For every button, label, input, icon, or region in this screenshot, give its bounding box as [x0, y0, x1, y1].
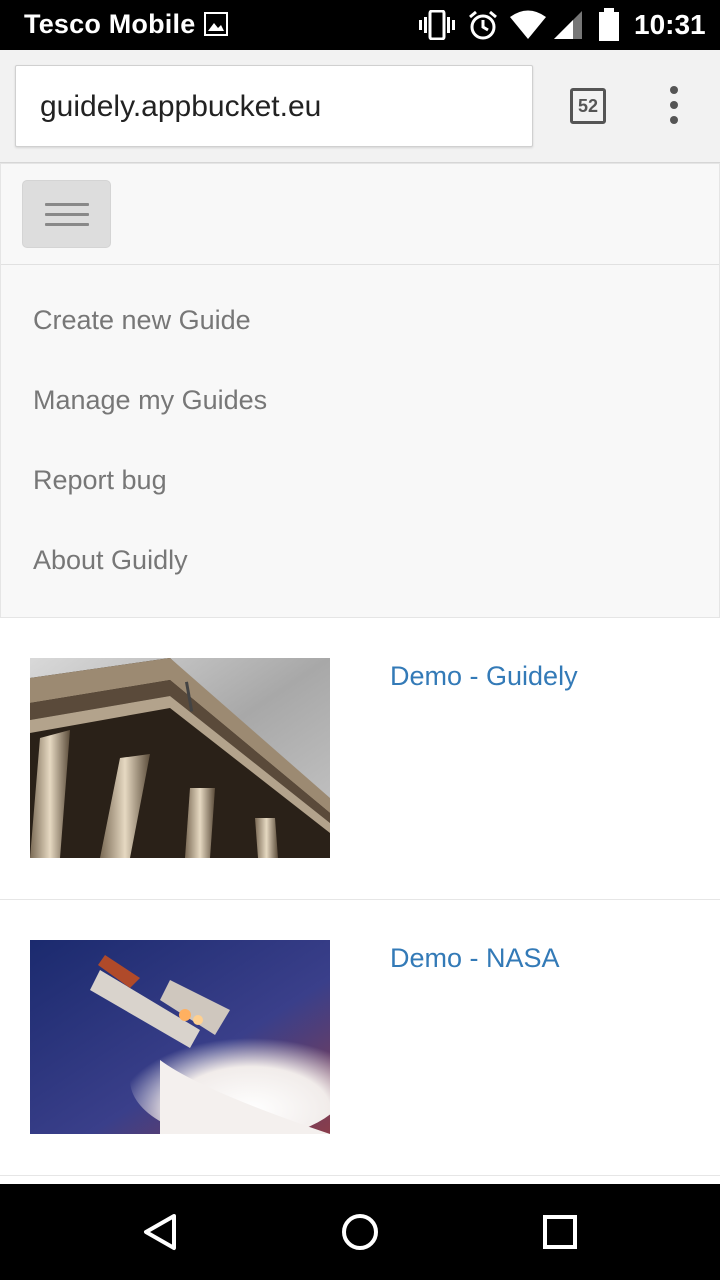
image-notification-icon: [204, 12, 228, 36]
overflow-menu-icon[interactable]: [660, 86, 688, 126]
recents-icon[interactable]: [542, 1214, 578, 1250]
wifi-icon: [510, 10, 546, 39]
menu-toggle-button[interactable]: [22, 180, 111, 248]
guide-title-link[interactable]: Demo - NASA: [390, 943, 560, 974]
hamburger-icon: [45, 203, 89, 206]
nav-item-create-guide[interactable]: Create new Guide: [33, 305, 251, 336]
system-nav-bar: [0, 1184, 720, 1280]
carrier-name: Tesco Mobile: [24, 9, 196, 39]
navbar-header: [1, 164, 719, 265]
home-icon[interactable]: [340, 1212, 380, 1252]
status-bar: Tesco Mobile 10:31: [0, 0, 720, 50]
clock: 10:31: [634, 9, 706, 40]
back-icon[interactable]: [140, 1212, 180, 1252]
site-navbar: Create new Guide Manage my Guides Report…: [0, 163, 720, 618]
browser-toolbar: guidely.appbucket.eu 52: [0, 50, 720, 163]
battery-icon: [599, 8, 619, 41]
nav-item-report-bug[interactable]: Report bug: [33, 465, 167, 496]
building-columns-photo[interactable]: [30, 658, 330, 858]
list-item[interactable]: Demo - Guidely: [0, 618, 720, 900]
hamburger-icon: [45, 223, 89, 226]
tab-switcher-button[interactable]: 52: [570, 88, 606, 124]
alarm-icon: [469, 10, 497, 40]
url-text: guidely.appbucket.eu: [40, 90, 322, 123]
url-bar[interactable]: guidely.appbucket.eu: [15, 65, 533, 147]
cell-signal-icon: [554, 11, 582, 39]
space-shuttle-launch-photo[interactable]: [30, 940, 330, 1134]
list-item[interactable]: Demo - NASA: [0, 900, 720, 1176]
hamburger-icon: [45, 213, 89, 216]
nav-item-about[interactable]: About Guidly: [33, 545, 188, 576]
vibrate-icon: [419, 10, 455, 40]
nav-item-manage-guides[interactable]: Manage my Guides: [33, 385, 267, 416]
guide-title-link[interactable]: Demo - Guidely: [390, 661, 578, 692]
